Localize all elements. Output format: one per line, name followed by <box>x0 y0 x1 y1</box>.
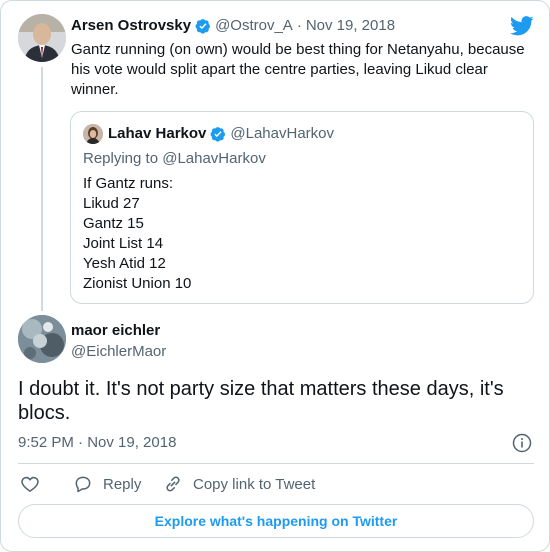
heart-icon <box>21 476 39 492</box>
parent-tweet-header: Arsen Ostrovsky @Ostrov_A · Nov 19, 2018 <box>71 17 395 34</box>
explore-twitter-button[interactable]: Explore what's happening on Twitter <box>18 504 534 538</box>
embedded-tweet-card: Arsen Ostrovsky @Ostrov_A · Nov 19, 2018… <box>0 0 550 552</box>
parent-tweet-text: Gantz running (on own) would be best thi… <box>71 41 525 98</box>
actions-divider <box>18 463 534 464</box>
reply-button[interactable]: Reply <box>73 473 141 495</box>
quoted-handle: @LahavHarkov <box>230 125 334 142</box>
quoted-tweet-header: Lahav Harkov @LahavHarkov <box>108 125 334 142</box>
verified-badge-icon <box>210 126 226 142</box>
like-button[interactable] <box>20 473 40 495</box>
quoted-line: Yesh Atid 12 <box>83 255 166 272</box>
info-icon[interactable] <box>512 433 532 453</box>
quoted-tweet[interactable]: Lahav Harkov @LahavHarkov Replying to @L… <box>70 111 534 304</box>
quoted-author-name: Lahav Harkov <box>108 125 207 142</box>
avatar-lahav-harkov <box>83 124 103 144</box>
quoted-line: Likud 27 <box>83 195 140 212</box>
copy-link-button[interactable]: Copy link to Tweet <box>163 473 315 495</box>
quoted-line: Joint List 14 <box>83 235 164 252</box>
reply-timestamp[interactable]: 9:52 PM · Nov 19, 2018 <box>18 434 176 451</box>
avatar-maor-eichler[interactable] <box>18 315 66 363</box>
twitter-logo-icon[interactable] <box>510 15 534 37</box>
verified-badge-icon <box>195 18 211 34</box>
reply-author-name[interactable]: maor eichler <box>71 322 160 339</box>
replying-to-label: Replying to @LahavHarkov <box>83 150 266 167</box>
reply-label: Reply <box>103 475 142 493</box>
avatar-arsen-ostrovsky[interactable] <box>18 14 66 62</box>
quoted-line: If Gantz runs: <box>83 175 174 192</box>
copy-link-label: Copy link to Tweet <box>193 475 316 493</box>
parent-date[interactable]: Nov 19, 2018 <box>306 17 395 34</box>
separator-dot: · <box>296 17 302 34</box>
parent-handle[interactable]: @Ostrov_A <box>215 17 293 34</box>
quoted-tweet-text: If Gantz runs: Likud 27 Gantz 15 Joint L… <box>83 174 191 294</box>
quoted-line: Zionist Union 10 <box>83 275 192 292</box>
thread-connector-line <box>41 67 43 311</box>
reply-icon <box>75 476 91 493</box>
link-icon <box>166 476 180 492</box>
reply-tweet-text: I doubt it. It's not party size that mat… <box>18 378 504 424</box>
quoted-line: Gantz 15 <box>83 215 144 232</box>
reply-handle[interactable]: @EichlerMaor <box>71 343 166 360</box>
parent-author-name[interactable]: Arsen Ostrovsky <box>71 17 191 34</box>
